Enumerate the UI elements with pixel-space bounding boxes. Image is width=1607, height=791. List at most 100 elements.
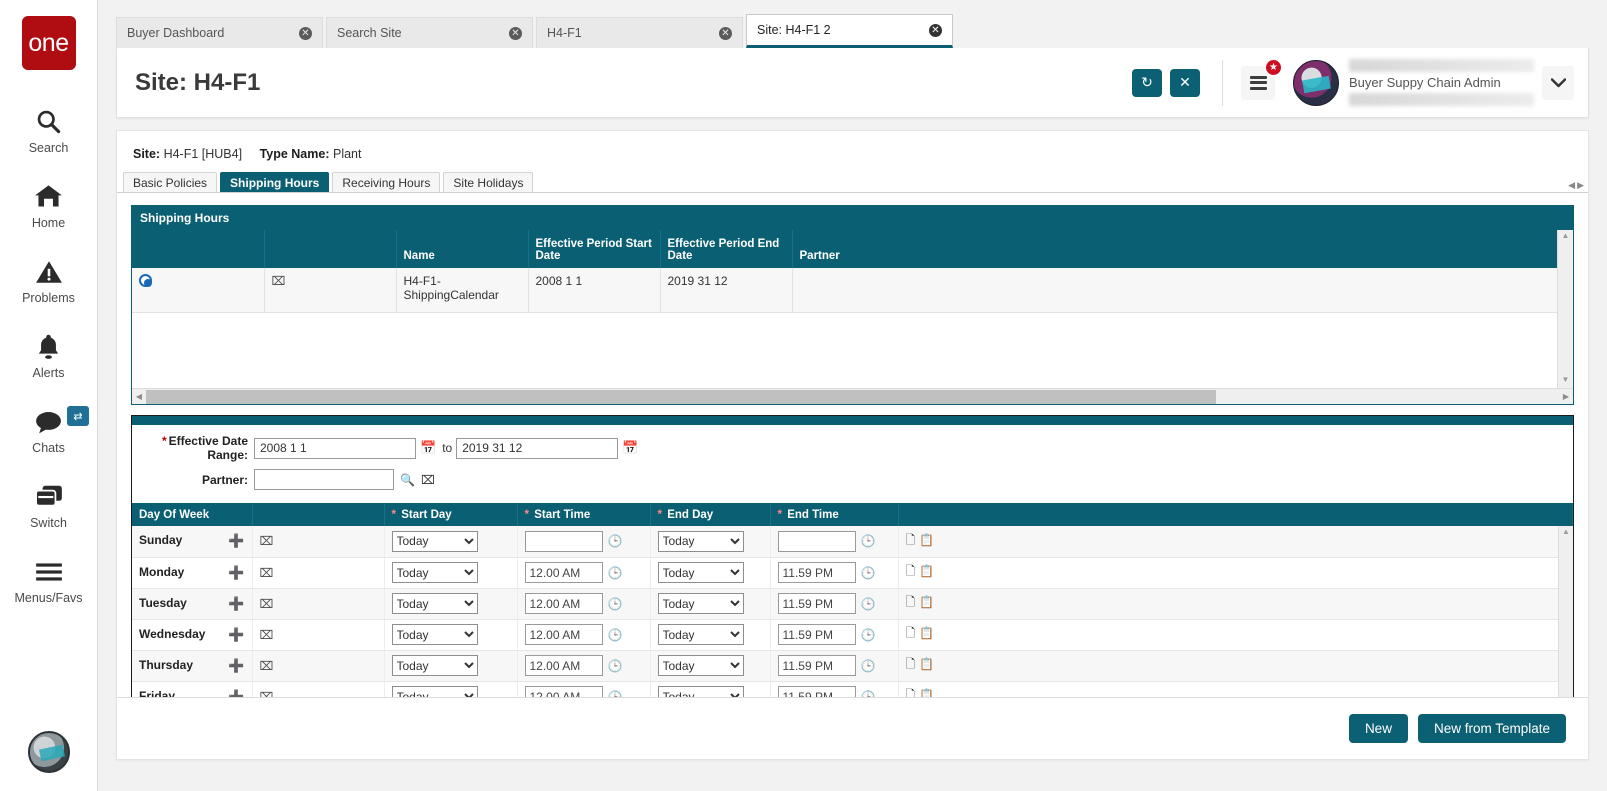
end-day-cell[interactable]: TodayNext Day (650, 650, 770, 681)
end-day-cell[interactable]: TodayNext Day (650, 619, 770, 650)
start-day-select[interactable]: TodayNext Day (392, 655, 478, 676)
start-day-cell[interactable]: TodayNext Day (384, 557, 517, 588)
avatar[interactable] (1293, 60, 1339, 106)
start-day-cell[interactable]: TodayNext Day (384, 588, 517, 619)
scroll-left-icon[interactable]: ◀ (132, 392, 146, 401)
col-day-of-week[interactable]: Day Of Week (132, 504, 252, 526)
col-end-day[interactable]: * End Day (650, 504, 770, 526)
start-time-cell[interactable]: 🕒 (517, 650, 650, 681)
close-icon[interactable]: ✕ (929, 24, 942, 37)
delete-icon[interactable]: ⌧ (260, 659, 274, 673)
end-time-cell[interactable]: 🕒 (770, 588, 898, 619)
scroll-up-icon[interactable]: ▲ (1559, 526, 1573, 538)
calendar-icon[interactable]: 📅 (420, 440, 436, 456)
row-action-cell[interactable]: ⌧ (264, 268, 396, 312)
start-day-select[interactable]: TodayNext Day (392, 562, 478, 583)
tab-scroll-arrows[interactable]: ◀ ▶ (1568, 180, 1584, 191)
clock-icon[interactable]: 🕒 (608, 628, 623, 642)
scroll-up-icon[interactable]: ▲ (1558, 230, 1573, 242)
start-day-cell[interactable]: TodayNext Day (384, 650, 517, 681)
row-select-cell[interactable] (132, 268, 264, 312)
col-name[interactable]: Name (396, 230, 528, 268)
grid-horizontal-scrollbar[interactable]: ◀ ▶ (132, 388, 1573, 404)
table-row[interactable]: ⌧ H4-F1-ShippingCalendar 2008 1 1 2019 3… (132, 268, 1573, 312)
effective-date-to-input[interactable] (456, 438, 618, 459)
add-row-icon[interactable]: ➕ (228, 533, 244, 549)
close-icon[interactable]: ✕ (719, 27, 732, 40)
add-row-icon[interactable]: ➕ (228, 627, 244, 643)
browser-tab-buyer-dashboard[interactable]: Buyer Dashboard ✕ (116, 17, 323, 48)
clock-icon[interactable]: 🕒 (608, 659, 623, 673)
browser-tab-site-h4-f1-2[interactable]: Site: H4-F1 2 ✕ (746, 14, 953, 48)
start-time-cell[interactable]: 🕒 (517, 526, 650, 557)
start-time-cell[interactable]: 🕒 (517, 619, 650, 650)
tab-receiving-hours[interactable]: Receiving Hours (332, 172, 440, 192)
add-row-icon[interactable]: ➕ (228, 596, 244, 612)
tab-shipping-hours[interactable]: Shipping Hours (220, 172, 329, 192)
clock-icon[interactable]: 🕒 (861, 628, 876, 642)
chevron-right-icon[interactable]: ▶ (1577, 180, 1584, 191)
sidebar-item-chats[interactable]: Chats ⇄ (0, 392, 97, 467)
end-day-select[interactable]: TodayNext Day (658, 531, 744, 552)
start-day-select[interactable]: TodayNext Day (392, 624, 478, 645)
browser-tab-search-site[interactable]: Search Site ✕ (326, 17, 533, 48)
table-row[interactable]: Tuesday➕⌧TodayNext Day🕒TodayNext Day🕒🗋📋 (132, 588, 1573, 619)
scroll-down-icon[interactable]: ▼ (1558, 374, 1573, 386)
clear-icon[interactable]: ⌧ (421, 473, 435, 487)
rail-user-avatar[interactable] (28, 731, 70, 773)
clock-icon[interactable]: 🕒 (861, 566, 876, 580)
table-row[interactable]: Monday➕⌧TodayNext Day🕒TodayNext Day🕒🗋📋 (132, 557, 1573, 588)
copy-paste-cell[interactable]: 🗋📋 (898, 526, 1573, 557)
copy-icon[interactable]: 🗋 (906, 533, 916, 547)
row-delete-cell[interactable]: ⌧ (252, 619, 384, 650)
copy-paste-cell[interactable]: 🗋📋 (898, 619, 1573, 650)
delete-icon[interactable]: ⌧ (260, 597, 274, 611)
col-actions[interactable] (264, 230, 396, 268)
new-button[interactable]: New (1349, 714, 1408, 743)
add-row-icon[interactable]: ➕ (228, 565, 244, 581)
grid-vertical-scrollbar[interactable]: ▲ ▼ (1557, 230, 1573, 388)
clock-icon[interactable]: 🕒 (861, 597, 876, 611)
row-delete-cell[interactable]: ⌧ (252, 557, 384, 588)
col-start-day[interactable]: * Start Day (384, 504, 517, 526)
notifications-menu-button[interactable]: ★ (1241, 66, 1275, 100)
clock-icon[interactable]: 🕒 (608, 534, 623, 548)
delete-icon[interactable]: ⌧ (260, 566, 274, 580)
chevron-left-icon[interactable]: ◀ (1568, 180, 1575, 191)
close-page-button[interactable]: ✕ (1170, 69, 1200, 97)
start-day-cell[interactable]: TodayNext Day (384, 526, 517, 557)
col-copy-paste[interactable] (898, 504, 1573, 526)
start-day-select[interactable]: TodayNext Day (392, 531, 478, 552)
sidebar-item-home[interactable]: Home (0, 167, 97, 242)
effective-date-from-input[interactable] (254, 438, 416, 459)
row-delete-cell[interactable]: ⌧ (252, 650, 384, 681)
start-day-cell[interactable]: TodayNext Day (384, 619, 517, 650)
table-row[interactable]: Sunday➕⌧TodayNext Day🕒TodayNext Day🕒🗋📋 (132, 526, 1573, 557)
row-delete-cell[interactable]: ⌧ (252, 588, 384, 619)
clock-icon[interactable]: 🕒 (861, 659, 876, 673)
copy-paste-cell[interactable]: 🗋📋 (898, 557, 1573, 588)
hscroll-thumb[interactable] (146, 390, 1216, 404)
close-icon[interactable]: ✕ (299, 27, 312, 40)
calendar-icon[interactable]: 📅 (622, 440, 638, 456)
col-start-time[interactable]: * Start Time (517, 504, 650, 526)
copy-paste-cell[interactable]: 🗋📋 (898, 650, 1573, 681)
clock-icon[interactable]: 🕒 (608, 597, 623, 611)
clock-icon[interactable]: 🕒 (608, 566, 623, 580)
paste-icon[interactable]: 📋 (919, 626, 934, 640)
copy-icon[interactable]: 🗋 (906, 626, 916, 640)
sidebar-item-alerts[interactable]: Alerts (0, 317, 97, 392)
one-network-logo[interactable]: one (22, 16, 76, 70)
close-icon[interactable]: ✕ (509, 27, 522, 40)
lookup-icon[interactable]: 🔍 (400, 473, 415, 487)
col-row-actions[interactable] (252, 504, 384, 526)
new-from-template-button[interactable]: New from Template (1418, 714, 1566, 743)
col-select[interactable] (132, 230, 264, 268)
sidebar-item-problems[interactable]: Problems (0, 242, 97, 317)
end-time-cell[interactable]: 🕒 (770, 557, 898, 588)
delete-icon[interactable]: ⌧ (272, 274, 286, 288)
scroll-right-icon[interactable]: ▶ (1559, 392, 1573, 401)
copy-paste-cell[interactable]: 🗋📋 (898, 588, 1573, 619)
copy-icon[interactable]: 🗋 (906, 657, 916, 671)
paste-icon[interactable]: 📋 (919, 595, 934, 609)
